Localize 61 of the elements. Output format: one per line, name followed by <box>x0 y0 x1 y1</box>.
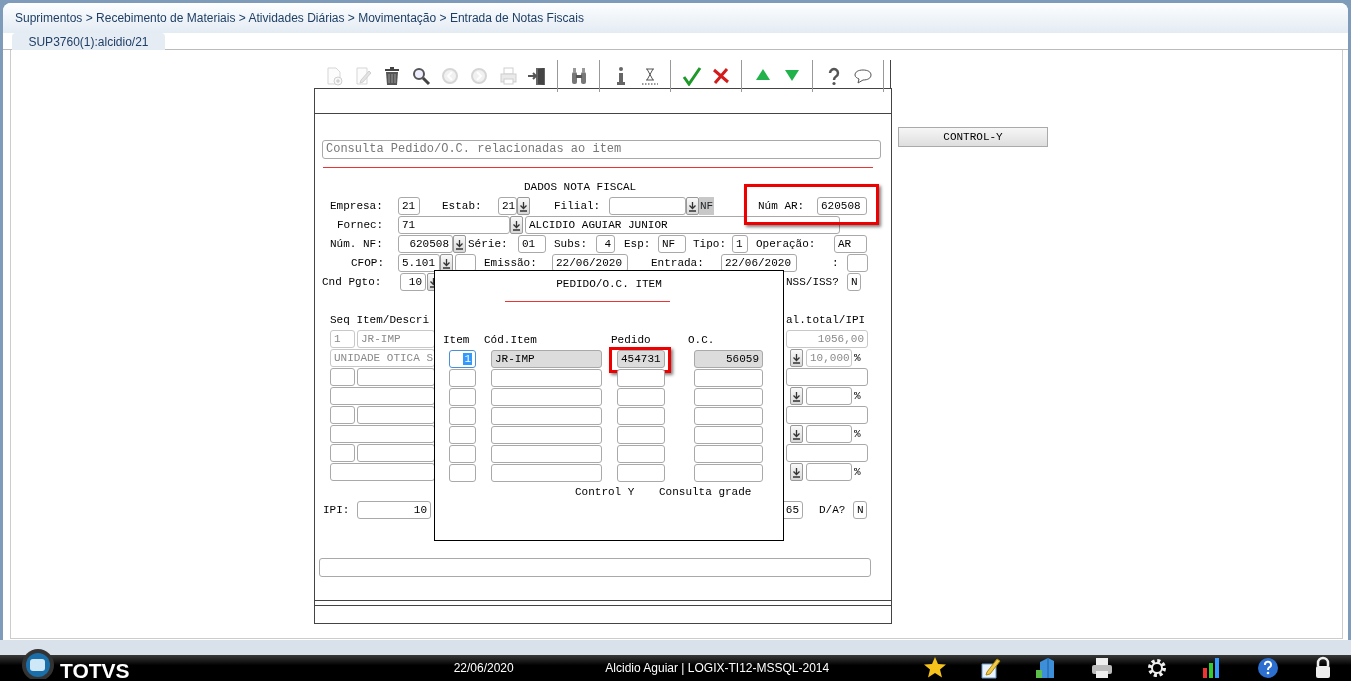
date-text: 22/06/2020 <box>453 660 515 677</box>
column-header: Cód.Item <box>484 333 537 348</box>
field-label: Núm. NF: <box>330 237 383 252</box>
logo-text: TOTVS <box>60 658 130 681</box>
field-label: CFOP: <box>351 256 384 271</box>
text-field[interactable]: N <box>853 501 867 519</box>
column-header: al.total/IPI <box>786 313 866 328</box>
text-field[interactable]: ALCIDIO AGUIAR JUNIOR <box>525 216 840 234</box>
text-field[interactable]: AR <box>834 235 867 253</box>
field-label: Empresa: <box>330 199 383 214</box>
text-field[interactable]: N <box>847 273 861 291</box>
text-field[interactable]: 21 <box>398 197 420 215</box>
text-field[interactable]: 01 <box>518 235 546 253</box>
field-label: Emissão: <box>484 256 537 271</box>
field-label: IPI: <box>323 503 350 518</box>
field-label: : <box>832 256 839 271</box>
text-field[interactable]: JR-IMP <box>491 350 602 368</box>
message-field[interactable]: Consulta Pedido/O.C. relacionadas ao item <box>322 140 881 159</box>
column-header: Pedido <box>611 333 651 348</box>
text-field[interactable]: 4 <box>596 235 615 253</box>
dialog-title: PEDIDO/O.C. ITEM <box>555 277 663 292</box>
field-label: Cnd Pgto: <box>322 275 382 290</box>
text-field[interactable]: 5.101 <box>398 254 440 272</box>
text-field[interactable]: 620508 <box>398 235 453 253</box>
session-text: Alcidio Aguiar | LOGIX-TI12-MSSQL-2014 <box>605 660 831 677</box>
text-field[interactable]: 620508 <box>817 197 867 215</box>
percent-sign: % <box>854 351 861 366</box>
hint-text: Control Y <box>575 485 635 500</box>
percent-sign: % <box>854 389 861 404</box>
percent-sign: % <box>854 465 861 480</box>
text-field[interactable]: 454731 <box>617 350 665 368</box>
column-header: O.C. <box>688 333 715 348</box>
field-label: Operação: <box>756 237 816 252</box>
text-field[interactable]: 71 <box>398 216 510 234</box>
field-label: Esp: <box>624 237 651 252</box>
field-label: Núm AR: <box>758 199 805 214</box>
text-field[interactable]: 10 <box>400 273 426 291</box>
text-field[interactable]: 1 <box>732 235 748 253</box>
breadcrumb: Suprimentos > Recebimento de Materiais > Atividades Diárias > Movimentação > Entrada de Notas Fiscais <box>15 10 584 27</box>
control-y-button[interactable]: CONTROL-Y <box>898 127 1048 147</box>
column-header: Seq Item/Descri <box>330 313 430 328</box>
field-label: NSS/ISS? <box>786 275 839 290</box>
tab[interactable]: SUP3760(1):alcidio/21 <box>12 33 165 50</box>
field-label: D/A? <box>819 503 846 518</box>
column-header: Item <box>443 333 470 348</box>
section-title: DADOS NOTA FISCAL <box>524 180 637 195</box>
text-field[interactable]: 56059 <box>694 350 763 368</box>
text-field[interactable]: 22/06/2020 <box>721 254 797 272</box>
field-label: Filial: <box>554 199 601 214</box>
status-tag: NF <box>699 197 715 215</box>
field-label: Entrada: <box>651 256 704 271</box>
percent-sign: % <box>854 427 861 442</box>
text-field[interactable]: 10 <box>357 501 431 519</box>
hint-text: Consulta grade <box>659 485 752 500</box>
text-field[interactable]: 21 <box>498 197 517 215</box>
field-label: Série: <box>468 237 508 252</box>
field-label: Fornec: <box>337 218 384 233</box>
field-label: Subs: <box>554 237 587 252</box>
field-label: Tipo: <box>693 237 726 252</box>
text-field[interactable]: NF <box>658 235 686 253</box>
field-label: Estab: <box>442 199 482 214</box>
